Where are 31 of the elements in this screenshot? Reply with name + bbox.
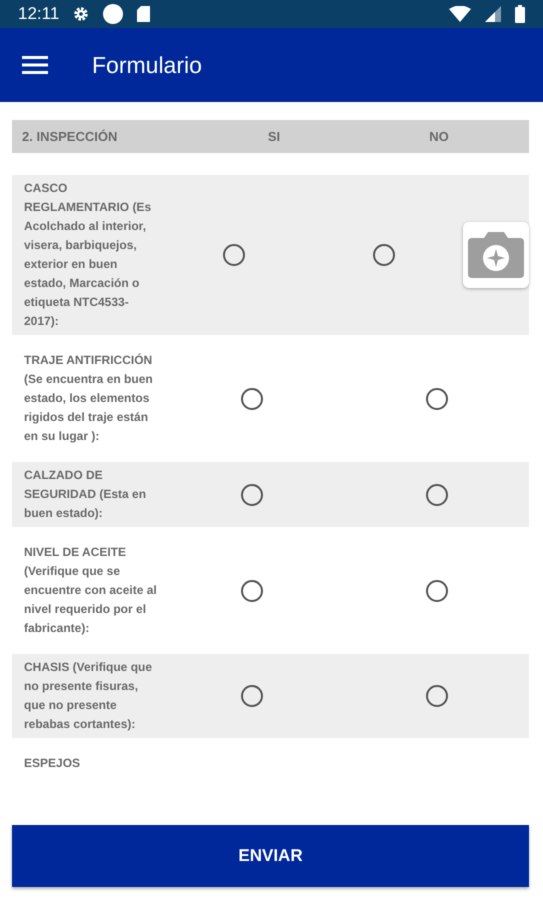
section-title: 2. INSPECCIÓN bbox=[22, 129, 118, 144]
radio-button[interactable] bbox=[240, 484, 262, 506]
sd-card-icon bbox=[137, 6, 150, 22]
question-label: ESPEJOS bbox=[24, 755, 82, 772]
question-label: TRAJE ANTIFRICCIÓN (Se encuentra en buen estado, los elementos rigidos del traje están en su lugar ): bbox=[24, 352, 154, 445]
radio-button[interactable] bbox=[240, 685, 262, 707]
question-label: CALZADO DE SEGURIDAD (Esta en buen estado): bbox=[24, 467, 148, 522]
question-label: CASCO REGLAMENTARIO (Es Acolchado al interior, visera, barbiquejos, exterior en buen estado, Marcación o etiqueta NTC4533-2017): bbox=[24, 180, 152, 330]
signal-icon bbox=[485, 6, 501, 22]
column-heading: NO bbox=[428, 129, 450, 144]
radio-button[interactable] bbox=[223, 244, 245, 266]
question-label: CHASIS (Verifique que no presente fisuras, que no presente rebabas cortantes): bbox=[24, 659, 154, 733]
status-time: 12:11 bbox=[18, 4, 60, 24]
column-heading: SI bbox=[266, 129, 282, 144]
menu-icon[interactable] bbox=[22, 56, 48, 74]
app-title: Formulario bbox=[92, 52, 202, 78]
submit-button[interactable]: ENVIAR bbox=[12, 825, 529, 887]
radio-button[interactable] bbox=[426, 685, 448, 707]
question-label: NIVEL DE ACEITE (Verifique que se encuentre con aceite al nivel requerido por el fabricante): bbox=[24, 544, 158, 637]
radio-button[interactable] bbox=[426, 484, 448, 506]
wifi-icon bbox=[449, 6, 471, 22]
camera-button[interactable] bbox=[463, 222, 529, 288]
radio-button[interactable] bbox=[240, 580, 262, 602]
radio-button[interactable] bbox=[426, 580, 448, 602]
circle-icon bbox=[103, 4, 124, 24]
gear-icon bbox=[73, 6, 90, 22]
radio-button[interactable] bbox=[240, 388, 262, 410]
battery-icon bbox=[515, 5, 525, 23]
radio-button[interactable] bbox=[426, 388, 448, 410]
radio-button[interactable] bbox=[373, 244, 395, 266]
camera-icon bbox=[468, 232, 524, 278]
